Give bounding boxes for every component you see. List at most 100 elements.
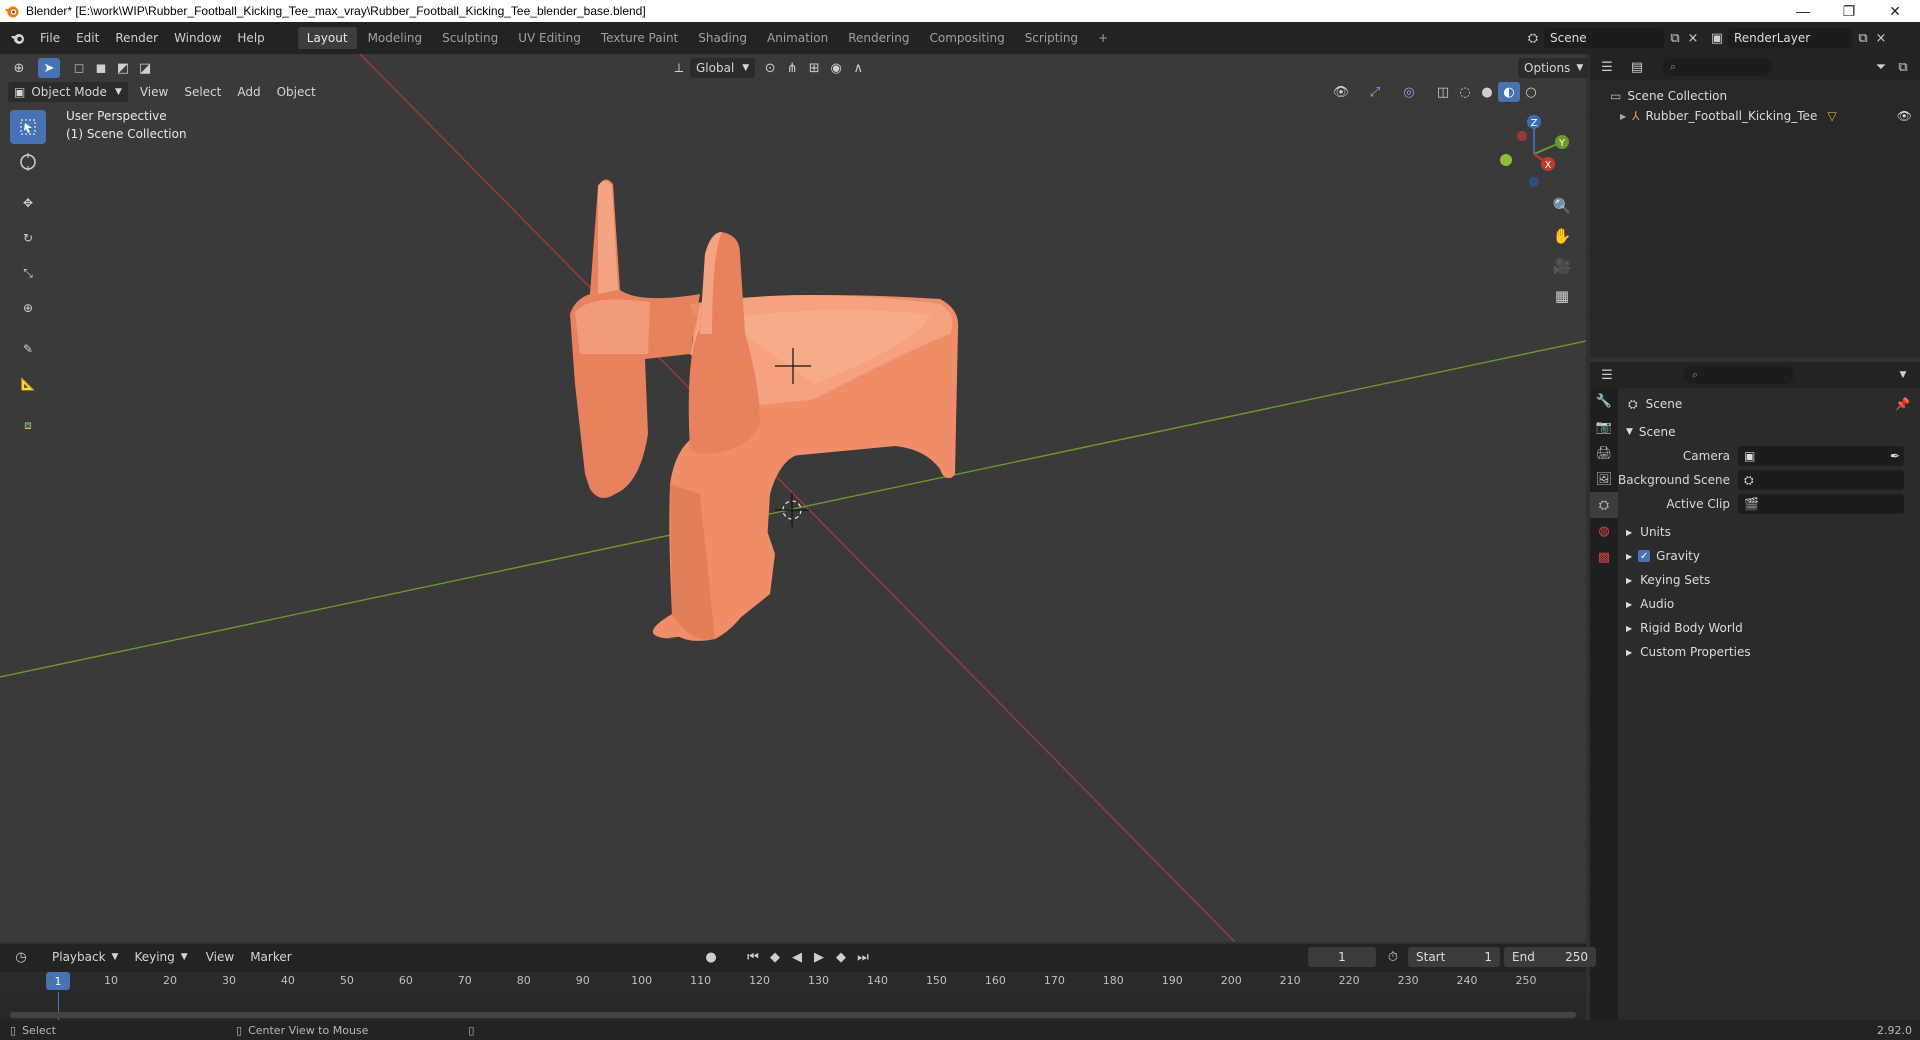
outliner-root[interactable]: ▭ Scene Collection [1610,86,1920,106]
tab-compositing[interactable]: Compositing [920,27,1013,49]
tab-modeling[interactable]: Modeling [359,27,432,49]
menu-window[interactable]: Window [166,31,229,45]
play-icon[interactable]: ▶ [808,947,830,967]
menu-edit[interactable]: Edit [68,31,107,45]
shading-wireframe-icon[interactable]: ◌ [1454,82,1476,102]
timeline-ruler[interactable]: 1102030405060708090100110120130140150160… [0,972,1586,992]
ortho-grid-icon[interactable]: ▦ [1548,282,1576,310]
camera-view-icon[interactable]: 🎥 [1548,252,1576,280]
options-dropdown[interactable]: Options ▼ [1518,58,1590,78]
transform-orientation-icon[interactable]: ⟂ [668,58,690,78]
pan-hand-icon[interactable]: ✋ [1548,222,1576,250]
timeline-scrollbar[interactable] [10,1012,1576,1018]
cursor-tool[interactable] [10,145,46,179]
active-clip-field[interactable]: 🎬 [1738,494,1904,514]
current-frame-field[interactable]: 1 [1308,947,1376,967]
rotate-tool[interactable]: ↻ [10,221,46,255]
editor-type-icon[interactable]: ⊕ [8,58,30,78]
measure-tool[interactable]: 📐 [10,367,46,401]
jump-end-icon[interactable]: ⏭ [852,947,874,967]
new-collection-icon[interactable]: ⧉ [1892,57,1914,77]
restore-button[interactable]: ❐ [1826,0,1872,22]
filter-icon[interactable]: ⏷ [1870,57,1892,77]
menu-render[interactable]: Render [107,31,166,45]
outliner-item[interactable]: ▶ ⅄ Rubber_Football_Kicking_Tee ▽ 👁 [1610,106,1920,126]
menu-file[interactable]: File [32,31,68,45]
viewport-menu-view[interactable]: View [132,85,176,99]
tab-scripting[interactable]: Scripting [1016,27,1087,49]
shading-rendered-icon[interactable]: ○ [1520,82,1542,102]
tab-sculpting[interactable]: Sculpting [433,27,507,49]
expand-arrow-icon[interactable]: ▶ [1620,112,1626,121]
snap-target-icon[interactable]: ⊞ [803,58,825,78]
eyedropper-icon[interactable]: ✒ [1890,449,1900,463]
mode-dropdown[interactable]: ▣ Object Mode ▼ [8,82,128,102]
select-extend-icon[interactable]: ◼ [90,58,112,78]
navigation-gizmo[interactable]: Z Y X [1488,110,1574,192]
background-scene-field[interactable]: ⛭ [1738,470,1904,490]
subpanel-audio[interactable]: ▶ Audio [1618,592,1920,616]
subpanel-custom-properties[interactable]: ▶ Custom Properties [1618,640,1920,664]
tab-layout[interactable]: Layout [297,27,357,49]
add-workspace-button[interactable]: + [1089,27,1117,49]
record-icon[interactable]: ● [700,947,722,967]
timeline-editor-icon[interactable]: ◷ [10,947,32,967]
close-button[interactable]: ✕ [1872,0,1918,22]
scale-tool[interactable]: ⤡ [10,256,46,290]
eye-icon[interactable]: 👁 [1897,109,1912,123]
playback-menu[interactable]: Playback ▼ [46,947,124,967]
subpanel-gravity[interactable]: ▶ ✓ Gravity [1618,544,1920,568]
orientation-dropdown[interactable]: Global ▼ [690,58,756,78]
select-tool-icon[interactable]: ➤ [38,58,60,78]
play-reverse-icon[interactable]: ◀ [786,947,808,967]
start-frame-field[interactable]: Start 1 [1408,947,1500,967]
subpanel-rigid-body-world[interactable]: ▶ Rigid Body World [1618,616,1920,640]
select-new-icon[interactable]: ◻ [68,58,90,78]
scene-tab[interactable]: ⛭ [1590,492,1618,518]
output-tab[interactable]: 🖨 [1590,440,1618,466]
proportional-edit-icon[interactable]: ◉ [825,58,847,78]
prev-keyframe-icon[interactable]: ◆ [764,947,786,967]
clock-icon[interactable]: ⏱ [1382,947,1404,967]
tool-tab[interactable]: 🔧 [1590,388,1618,414]
pin-icon[interactable]: 📌 [1895,397,1910,411]
falloff-icon[interactable]: ∧ [847,58,869,78]
object-data-icon[interactable]: ▽ [1828,109,1837,123]
viewport-menu-add[interactable]: Add [229,85,268,99]
select-intersect-icon[interactable]: ◪ [134,58,156,78]
viewport-menu-select[interactable]: Select [176,85,229,99]
playhead[interactable]: 1 [46,972,70,990]
viewport-menu-object[interactable]: Object [269,85,324,99]
tab-texture-paint[interactable]: Texture Paint [592,27,687,49]
minimize-button[interactable]: — [1780,0,1826,22]
move-tool[interactable]: ✥ [10,186,46,220]
subpanel-units[interactable]: ▶ Units [1618,520,1920,544]
jump-start-icon[interactable]: ⏮ [742,947,764,967]
outliner-search-input[interactable]: ⌕ [1662,58,1772,76]
render-layer-selector[interactable]: RenderLayer [1728,28,1852,48]
delete-scene-icon[interactable]: × [1686,28,1700,48]
texture-tab[interactable]: ▩ [1590,544,1618,570]
menu-help[interactable]: Help [229,31,272,45]
world-tab[interactable]: ◍ [1590,518,1618,544]
select-subtract-icon[interactable]: ◩ [112,58,134,78]
subpanel-keying-sets[interactable]: ▶ Keying Sets [1618,568,1920,592]
blender-menu-icon[interactable] [10,30,26,46]
tab-uv-editing[interactable]: UV Editing [509,27,590,49]
next-keyframe-icon[interactable]: ◆ [830,947,852,967]
view-layer-tab[interactable]: 🖼 [1590,466,1618,492]
transform-tool[interactable]: ⊕ [10,291,46,325]
gravity-checkbox[interactable]: ✓ [1638,550,1651,562]
timeline-menu-marker[interactable]: Marker [242,950,299,964]
annotate-tool[interactable]: ✎ [10,332,46,366]
new-layer-icon[interactable]: ⧉ [1852,28,1874,48]
delete-layer-icon[interactable]: × [1874,28,1888,48]
snap-icon[interactable]: ⋔ [781,58,803,78]
shading-material-icon[interactable]: ◐ [1498,82,1520,102]
tab-shading[interactable]: Shading [689,27,756,49]
3d-viewport[interactable]: User Perspective (1) Scene Collection Z … [0,54,1586,942]
zoom-icon[interactable]: 🔍 [1548,192,1576,220]
gizmo-toggle-icon[interactable]: ⤢ [1364,82,1386,102]
tab-rendering[interactable]: Rendering [839,27,918,49]
scene-selector[interactable]: Scene [1544,28,1664,48]
